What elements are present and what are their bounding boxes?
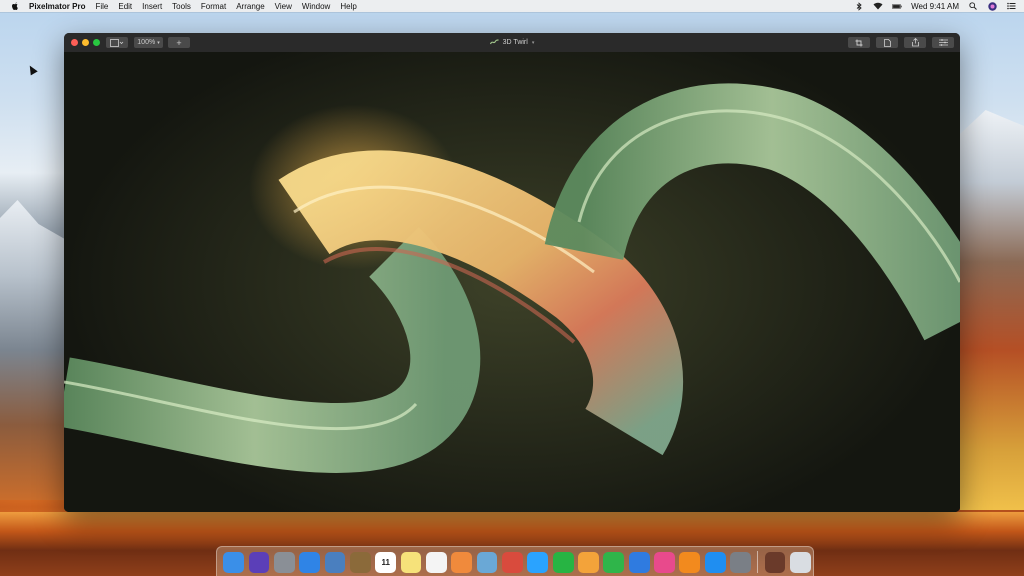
zoom-value: 100% [137,39,156,46]
wallpaper-mountain-left [0,200,70,500]
siri-menu-icon[interactable] [987,1,997,11]
photos-icon[interactable] [451,551,473,573]
menu-edit[interactable]: Edit [118,2,132,11]
menu-bar: Pixelmator Pro File Edit Insert Tools Fo… [0,0,1024,12]
system-preferences-icon[interactable] [730,551,751,573]
bluetooth-icon[interactable] [854,1,864,11]
trash-icon[interactable] [789,551,811,573]
chevron-down-icon: ▾ [157,39,160,46]
ibooks-icon[interactable] [679,551,701,573]
document-title[interactable]: 3D Twirl [503,39,528,46]
photo-stack-icon[interactable] [764,551,786,573]
menu-extras: Wed 9:41 AM [854,0,1016,12]
calendar-icon[interactable]: 11 [375,551,397,573]
layers-sidebar-toggle[interactable] [106,37,128,48]
itunes-icon[interactable] [654,551,675,573]
share-button[interactable] [904,37,926,48]
image-capture-icon[interactable] [476,551,498,573]
wallpaper-mountain-right [960,110,1024,510]
menu-file[interactable]: File [95,2,108,11]
apple-menu-icon[interactable] [10,1,19,11]
reminders-icon[interactable] [426,551,447,573]
image-canvas[interactable] [64,52,960,512]
dock-separator [757,551,759,573]
menu-tools[interactable]: Tools [172,2,191,11]
crop-button[interactable] [848,37,870,48]
keynote-icon[interactable] [628,551,650,573]
notebook-icon[interactable] [350,551,371,573]
pixelmator-window: 100% ▾ + 3D Twirl ▾ [64,33,960,512]
menu-arrange[interactable]: Arrange [236,2,264,11]
menu-clock[interactable]: Wed 9:41 AM [911,2,959,11]
window-titlebar[interactable]: 100% ▾ + 3D Twirl ▾ [64,33,960,53]
finder-icon[interactable] [223,551,245,573]
window-fullscreen-button[interactable] [93,39,100,46]
messages-icon[interactable] [527,551,549,573]
document-title-area: 3D Twirl ▾ [64,33,960,52]
window-close-button[interactable] [71,39,78,46]
pages-icon[interactable] [578,551,599,573]
menu-app-name[interactable]: Pixelmator Pro [29,2,85,11]
calendar-date: 11 [381,557,390,567]
launchpad-icon[interactable] [273,551,295,573]
menu-help[interactable]: Help [340,2,356,11]
tools-sidebar-toggle[interactable] [932,37,954,48]
facetime-icon[interactable] [552,551,574,573]
battery-icon[interactable] [892,1,902,11]
add-button[interactable]: + [168,37,190,48]
notification-center-icon[interactable] [1006,1,1016,11]
pixelmator-icon[interactable] [502,551,523,573]
export-button[interactable] [876,37,898,48]
menu-window[interactable]: Window [302,2,330,11]
zoom-dropdown[interactable]: 100% ▾ [134,37,163,48]
preview-icon[interactable] [324,551,346,573]
wifi-icon[interactable] [873,1,883,11]
menu-view[interactable]: View [275,2,292,11]
window-minimize-button[interactable] [82,39,89,46]
safari-icon[interactable] [299,551,321,573]
twirl-artwork [64,83,960,473]
menu-insert[interactable]: Insert [142,2,162,11]
menu-format[interactable]: Format [201,2,226,11]
dock: 11 [216,546,814,576]
notes-icon[interactable] [400,551,422,573]
document-thumbnail-icon [489,38,499,47]
numbers-icon[interactable] [603,551,625,573]
siri-icon[interactable] [248,551,270,573]
spotlight-search-icon[interactable] [968,1,978,11]
chevron-down-icon[interactable]: ▾ [532,40,535,46]
app-store-icon[interactable] [704,551,726,573]
